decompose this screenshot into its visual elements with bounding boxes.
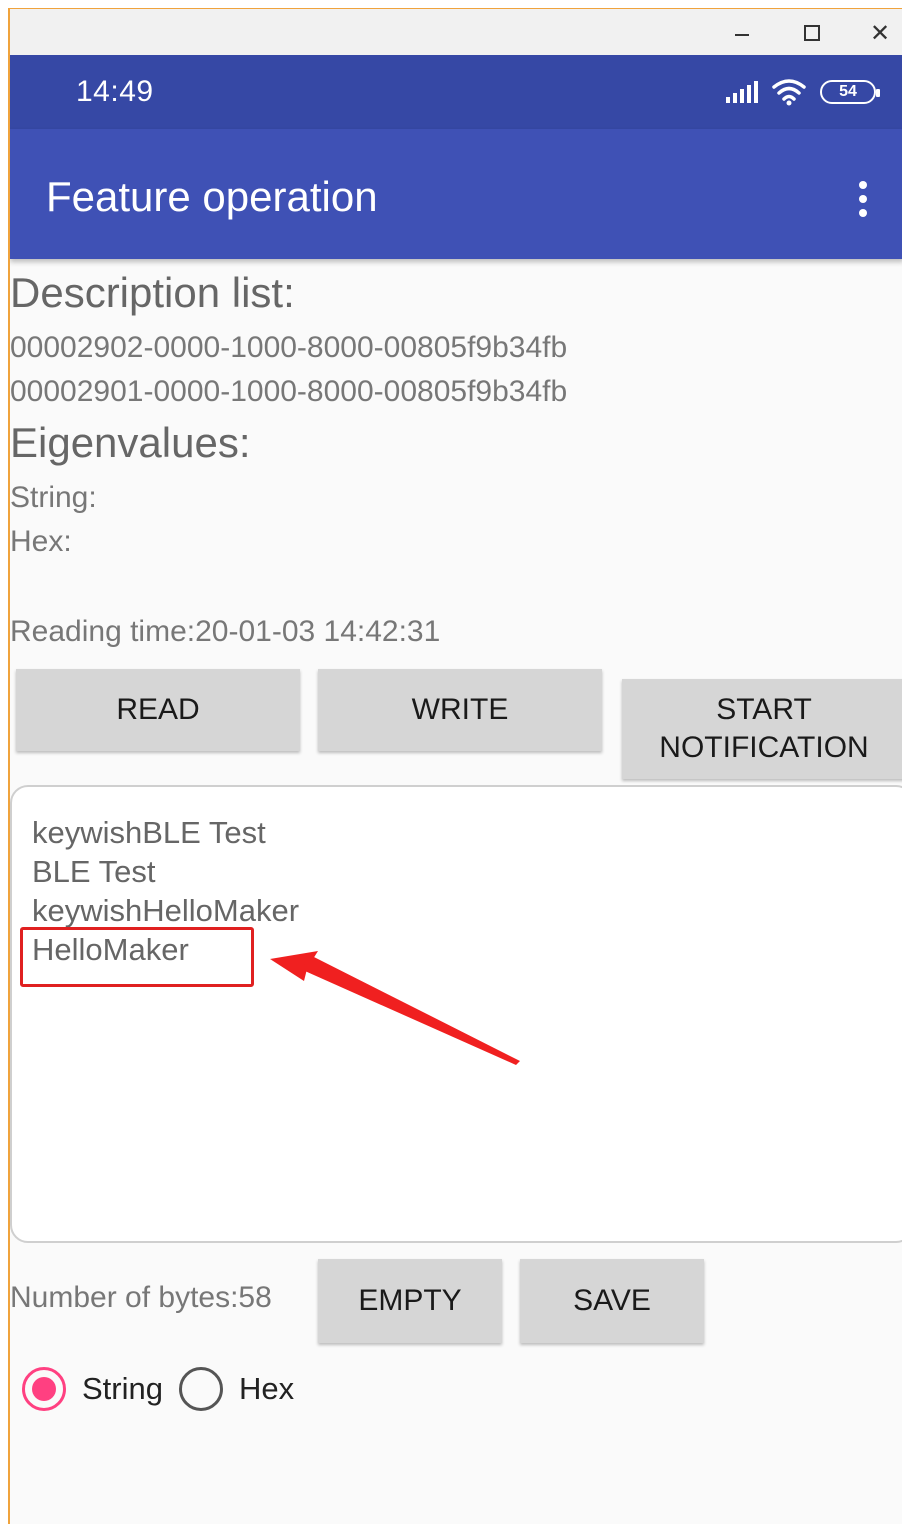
status-icons: 54 <box>726 77 880 107</box>
annotation-highlight-box <box>20 927 254 987</box>
minimize-button[interactable] <box>722 15 762 51</box>
log-text-area[interactable]: keywishBLE Test BLE Test keywishHelloMak… <box>10 785 902 1243</box>
status-bar: 14:49 54 <box>10 55 902 129</box>
string-radio[interactable] <box>22 1367 66 1411</box>
eigenvalues-title: Eigenvalues: <box>10 419 251 466</box>
start-notification-label-line2: NOTIFICATION <box>659 731 869 764</box>
window-titlebar: ✕ <box>10 9 902 55</box>
log-line: keywishBLE Test <box>32 815 266 850</box>
write-button[interactable]: WRITE <box>318 669 602 751</box>
eigenvalue-string-label: String: <box>10 481 97 514</box>
start-notification-label-line1: START <box>716 693 812 726</box>
close-icon: ✕ <box>869 19 891 47</box>
close-button[interactable]: ✕ <box>860 15 900 51</box>
status-time: 14:49 <box>76 75 154 108</box>
read-button[interactable]: READ <box>16 669 300 751</box>
format-radio-group: String Hex <box>22 1367 310 1411</box>
eigenvalue-hex-label: Hex: <box>10 525 72 558</box>
hex-radio-label[interactable]: Hex <box>239 1371 294 1407</box>
overflow-menu-icon[interactable] <box>848 177 878 221</box>
signal-icon <box>726 81 758 103</box>
save-button[interactable]: SAVE <box>520 1259 704 1343</box>
bytes-count: Number of bytes:58 <box>10 1281 272 1314</box>
description-list-title: Description list: <box>10 269 295 316</box>
wifi-icon <box>772 79 806 106</box>
string-radio-label[interactable]: String <box>82 1371 163 1407</box>
battery-icon: 54 <box>820 80 880 104</box>
radio-selected-icon <box>32 1377 56 1401</box>
hex-radio[interactable] <box>178 1367 223 1411</box>
app-bar: Feature operation <box>10 129 902 259</box>
annotation-arrow-icon <box>270 951 520 1065</box>
start-notification-button[interactable]: START NOTIFICATION <box>622 679 902 779</box>
reading-time: Reading time:20-01-03 14:42:31 <box>10 615 441 648</box>
description-uuid-1: 00002902-0000-1000-8000-00805f9b34fb <box>10 331 568 364</box>
log-line: BLE Test <box>32 854 156 889</box>
description-uuid-2: 00002901-0000-1000-8000-00805f9b34fb <box>10 375 568 408</box>
battery-level: 54 <box>839 83 857 100</box>
page-title: Feature operation <box>46 173 378 220</box>
app-window: ✕ 14:49 54 Feature operation Description… <box>8 8 902 1524</box>
log-line: keywishHelloMaker <box>32 893 300 928</box>
maximize-icon <box>804 25 820 41</box>
minimize-icon <box>735 34 749 36</box>
empty-button[interactable]: EMPTY <box>318 1259 502 1343</box>
maximize-button[interactable] <box>792 15 832 51</box>
